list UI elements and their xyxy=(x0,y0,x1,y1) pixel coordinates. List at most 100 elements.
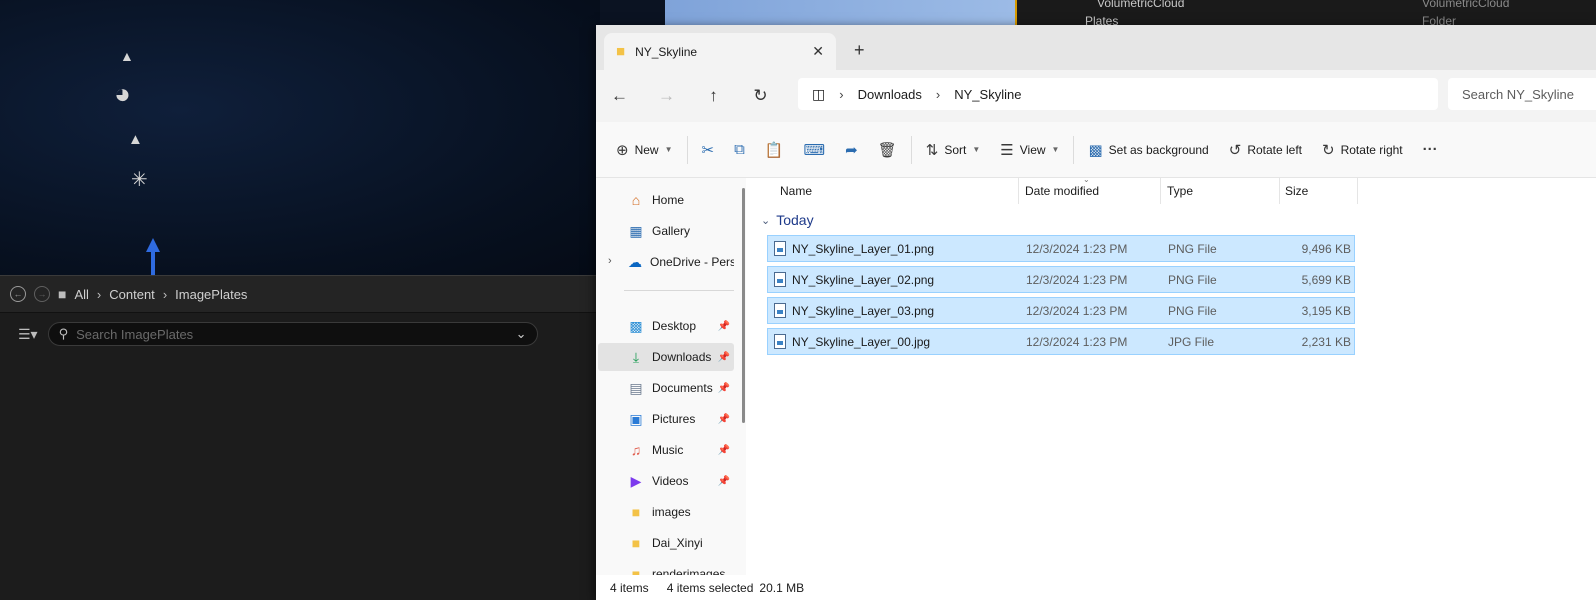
cut-button[interactable]: ✂ xyxy=(692,134,725,166)
content-browser-nav: ← → ■ All › Content › ImagePlates xyxy=(0,275,600,313)
level-viewport[interactable]: ▲ ◕ ▲ ✳ xyxy=(0,0,600,275)
nav-item-documents[interactable]: ▤ Documents 📌 xyxy=(598,374,734,402)
nav-item-pictures[interactable]: ▣ Pictures 📌 xyxy=(598,405,734,433)
column-divider[interactable] xyxy=(1357,178,1358,204)
forward-icon[interactable]: → xyxy=(34,286,50,302)
pin-icon[interactable]: 📌 xyxy=(718,445,730,456)
copy-button[interactable]: ⧉ xyxy=(724,134,755,166)
file-row[interactable]: NY_Skyline_Layer_00.jpg 12/3/2024 1:23 P… xyxy=(767,328,1355,355)
nav-item-videos[interactable]: ▶ Videos 📌 xyxy=(598,467,734,495)
trash-icon: 🗑 xyxy=(877,141,897,159)
filter-icon[interactable]: ☰▾ xyxy=(18,326,38,343)
column-header-type[interactable]: Type xyxy=(1167,184,1193,198)
pin-icon[interactable]: 📌 xyxy=(718,383,730,394)
address-segment-ny-skyline[interactable]: NY_Skyline xyxy=(954,87,1021,102)
desktop-icon: ▩ xyxy=(629,317,643,334)
nav-item-music[interactable]: ♫ Music 📌 xyxy=(598,436,734,464)
nav-item-gallery[interactable]: ▦ Gallery xyxy=(598,217,734,245)
rotate-left-button[interactable]: ↺ Rotate left xyxy=(1219,134,1312,166)
file-row[interactable]: NY_Skyline_Layer_02.png 12/3/2024 1:23 P… xyxy=(767,266,1355,293)
back-button[interactable]: ← xyxy=(596,86,643,106)
command-bar: ⊕ New ▼ ✂ ⧉ 📋 ⌨ ➦ 🗑 ⇅ Sort ▼ ☰ View ▼ ▩ … xyxy=(596,122,1596,178)
paste-button[interactable]: 📋 xyxy=(755,134,794,166)
plus-circle-icon: ⊕ xyxy=(616,141,629,159)
nav-item-renderimages[interactable]: ■ renderimages xyxy=(598,560,734,575)
folder-icon[interactable]: ■ xyxy=(58,286,66,302)
folder-icon: ■ xyxy=(631,566,641,575)
nav-item-dai-xinyi[interactable]: ■ Dai_Xinyi xyxy=(598,529,734,557)
search-input[interactable] xyxy=(1462,86,1596,102)
chevron-right-icon[interactable]: › xyxy=(839,87,843,102)
image-file-icon xyxy=(774,272,786,287)
new-button[interactable]: ⊕ New ▼ xyxy=(606,134,683,166)
nav-item-downloads[interactable]: ⤓ Downloads 📌 xyxy=(598,343,734,371)
image-file-icon xyxy=(774,334,786,349)
file-name: NY_Skyline_Layer_00.jpg xyxy=(792,335,931,349)
transform-arrow-icon[interactable] xyxy=(146,238,160,275)
rename-button[interactable]: ⌨ xyxy=(794,134,836,166)
group-label: Today xyxy=(776,212,814,228)
nav-item-label: Documents xyxy=(652,381,713,395)
file-date: 12/3/2024 1:23 PM xyxy=(1026,273,1128,287)
outliner-row-name: VolumetricCloud xyxy=(1097,0,1185,10)
chevron-right-icon: › xyxy=(96,286,102,302)
nav-item-images[interactable]: ■ images xyxy=(598,498,734,526)
nav-item-onedrive[interactable]: ☁ OneDrive - Perso xyxy=(598,248,734,276)
column-divider[interactable] xyxy=(1279,178,1280,204)
rotate-left-icon: ↺ xyxy=(1228,141,1242,159)
address-segment-downloads[interactable]: Downloads xyxy=(858,87,922,102)
chevron-right-icon[interactable]: › xyxy=(936,87,940,102)
pin-icon[interactable]: 📌 xyxy=(718,321,730,332)
rotate-right-button[interactable]: ↻ Rotate right xyxy=(1312,134,1413,166)
content-browser-search: ⚲ ⌄ xyxy=(47,322,538,346)
sort-button[interactable]: ⇅ Sort ▼ xyxy=(916,134,991,166)
nav-item-label: Music xyxy=(652,443,684,457)
column-header-name[interactable]: Name xyxy=(780,184,812,198)
new-label: New xyxy=(634,142,659,157)
delete-button[interactable]: 🗑 xyxy=(868,134,907,166)
column-divider[interactable] xyxy=(1018,178,1019,204)
share-button[interactable]: ➦ xyxy=(835,134,868,166)
navpane-scrollbar[interactable] xyxy=(742,188,745,423)
back-icon[interactable]: ← xyxy=(10,286,26,302)
breadcrumb-content[interactable]: Content xyxy=(109,287,155,302)
pin-icon[interactable]: 📌 xyxy=(718,476,730,487)
view-button[interactable]: ☰ View ▼ xyxy=(990,134,1069,166)
chevron-right-icon: › xyxy=(162,286,168,302)
group-header-today[interactable]: ⌄ Today xyxy=(761,212,814,228)
chevron-down-icon[interactable]: ⌄ xyxy=(761,214,770,227)
pin-icon[interactable]: 📌 xyxy=(718,352,730,363)
point-light-icon[interactable]: ✳ xyxy=(131,167,148,192)
sky-light-icon[interactable]: ▲ xyxy=(128,131,143,148)
column-header-size[interactable]: Size xyxy=(1285,184,1308,198)
tab-ny-skyline[interactable]: ■ NY_Skyline ✕ xyxy=(604,33,836,70)
breadcrumb-all[interactable]: All xyxy=(74,287,88,302)
close-tab-icon[interactable]: ✕ xyxy=(812,43,824,60)
content-search-input[interactable] xyxy=(76,326,508,342)
more-options-button[interactable]: ··· xyxy=(1413,134,1448,166)
new-tab-button[interactable]: + xyxy=(854,40,865,61)
directional-light-icon[interactable]: ◕ xyxy=(114,78,131,110)
address-bar[interactable]: ◫ › Downloads › NY_Skyline xyxy=(798,78,1438,110)
this-pc-icon[interactable]: ◫ xyxy=(812,86,825,103)
column-header-date[interactable]: Date modified xyxy=(1025,184,1099,198)
outliner-row[interactable]: VolumetricCloud VolumetricCloud xyxy=(1017,0,1596,10)
documents-icon: ▤ xyxy=(629,379,643,396)
nav-item-home[interactable]: ⌂ Home xyxy=(598,186,734,214)
set-as-background-button[interactable]: ▩ Set as background xyxy=(1078,134,1218,166)
forward-button[interactable]: → xyxy=(643,86,690,106)
up-button[interactable]: ↑ xyxy=(690,86,737,106)
refresh-button[interactable]: ↻ xyxy=(737,86,784,106)
view-icon: ☰ xyxy=(1000,141,1014,159)
spotlight-icon[interactable]: ▲ xyxy=(120,48,134,64)
file-size: 2,231 KB xyxy=(1301,335,1351,349)
file-row[interactable]: NY_Skyline_Layer_03.png 12/3/2024 1:23 P… xyxy=(767,297,1355,324)
pin-icon[interactable]: 📌 xyxy=(718,414,730,425)
file-date: 12/3/2024 1:23 PM xyxy=(1026,242,1128,256)
file-row[interactable]: NY_Skyline_Layer_01.png 12/3/2024 1:23 P… xyxy=(767,235,1355,262)
breadcrumb-imageplates[interactable]: ImagePlates xyxy=(175,287,247,302)
column-divider[interactable] xyxy=(1160,178,1161,204)
nav-item-desktop[interactable]: ▩ Desktop 📌 xyxy=(598,312,734,340)
chevron-down-icon[interactable]: ⌄ xyxy=(516,326,527,342)
chevron-down-icon: ▼ xyxy=(664,145,673,154)
